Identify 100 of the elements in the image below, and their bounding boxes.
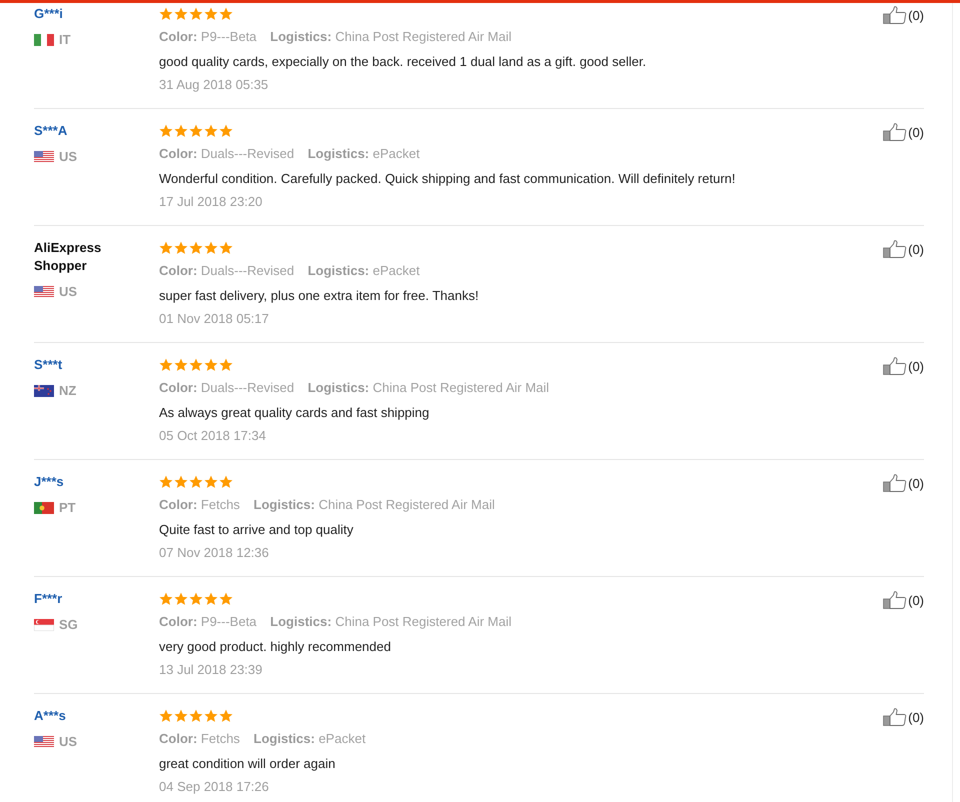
review-date: 07 Nov 2018 12:36 [159,544,269,562]
variant-value: P9---Beta [200,614,257,629]
star-icon [189,358,203,372]
review-text: Quite fast to arrive and top quality [159,521,354,539]
star-icon [189,592,203,606]
star-icon [159,124,173,138]
reviewer-name: AliExpress Shopper [34,239,102,275]
star-icon [189,709,203,722]
star-icon [219,475,233,488]
reviewer-name[interactable]: F***r [34,590,62,608]
review-date: 01 Nov 2018 05:17 [159,310,269,328]
star-icon [204,358,218,372]
logistics-label: Logistics: [308,380,370,395]
logistics-label: Logistics: [270,29,332,44]
country-code: NZ [59,383,76,399]
variant-value: Fetchs [200,497,240,512]
review-text: super fast delivery, plus one extra item for free. Thanks! [159,287,479,305]
logistics-value: ePacket [372,146,420,161]
variant-label: Color: [159,614,198,629]
variant-label: Color: [159,29,198,44]
variant-value: Duals---Revised [200,263,294,278]
star-icon [159,241,173,254]
variant-label: Color: [159,146,198,161]
review-text: very good product. highly recommended [159,638,391,656]
logistics-value: China Post Registered Air Mail [318,497,495,512]
logistics-label: Logistics: [308,263,370,278]
like-button[interactable]: (0) [883,123,924,141]
variant-label: Color: [159,380,198,395]
flag-icon [34,502,54,514]
logistics-value: ePacket [318,731,366,746]
star-icon [189,124,203,138]
variant-value: Duals---Revised [200,146,294,161]
variant-value: Duals---Revised [200,380,294,395]
flag-icon [34,286,54,298]
like-button[interactable]: (0) [883,357,924,375]
logistics-value: China Post Registered Air Mail [335,614,512,629]
star-icon [159,592,173,606]
variant-label: Color: [159,263,198,278]
thumbs-up-icon [883,357,908,375]
flag-icon [34,736,54,748]
star-icon [174,592,188,606]
review-date: 17 Jul 2018 23:20 [159,193,262,211]
like-button[interactable]: (0) [883,474,924,492]
country-code: SG [59,617,78,633]
like-button[interactable]: (0) [883,6,924,24]
review-text: Wonderful condition. Carefully packed. Quick shipping and fast communication. Will definitely return! [159,170,736,188]
star-icon [174,241,188,254]
star-icon [219,592,233,606]
reviewer-name[interactable]: S***A [34,122,68,140]
star-icon [219,7,233,20]
like-button[interactable]: (0) [883,591,924,609]
star-icon [159,475,173,488]
star-icon [219,358,233,372]
variant-value: P9---Beta [200,29,257,44]
country-code: US [59,284,78,300]
star-icon [159,709,173,722]
star-icon [204,124,218,138]
variant-value: Fetchs [200,731,240,746]
variant-label: Color: [159,497,198,512]
reviewer-name[interactable]: J***s [34,473,64,491]
star-icon [204,7,218,20]
reviewer-name[interactable]: A***s [34,707,66,725]
flag-icon [34,619,54,631]
star-icon [159,358,173,372]
review-text: great condition will order again [159,755,336,773]
star-icon [174,709,188,722]
star-icon [189,475,203,488]
star-icon [174,475,188,488]
flag-icon [34,34,54,46]
thumbs-up-icon [883,474,908,492]
logistics-value: China Post Registered Air Mail [335,29,512,44]
star-icon [174,7,188,20]
like-button[interactable]: (0) [883,708,924,726]
reviewer-name[interactable]: G***i [34,5,63,23]
star-icon [219,709,233,722]
star-icon [204,475,218,488]
star-icon [174,358,188,372]
star-icon [204,592,218,606]
star-icon [219,241,233,254]
star-icon [204,709,218,722]
star-icon [159,7,173,20]
flag-icon [34,385,54,397]
country-code: PT [59,500,76,516]
country-code: IT [59,32,71,48]
thumbs-up-icon [883,123,908,141]
variant-label: Color: [159,731,198,746]
logistics-label: Logistics: [254,497,315,512]
logistics-label: Logistics: [254,731,315,746]
review-text: good quality cards, expecially on the back. received 1 dual land as a gift. good seller. [159,53,646,71]
logistics-label: Logistics: [308,146,370,161]
like-button[interactable]: (0) [883,240,924,258]
logistics-label: Logistics: [270,614,332,629]
logistics-value: China Post Registered Air Mail [372,380,550,395]
thumbs-up-icon [883,708,908,726]
reviewer-name[interactable]: S***t [34,356,62,374]
flag-icon [34,151,54,163]
star-icon [204,241,218,254]
thumbs-up-icon [883,6,908,24]
star-icon [219,124,233,138]
star-icon [174,124,188,138]
